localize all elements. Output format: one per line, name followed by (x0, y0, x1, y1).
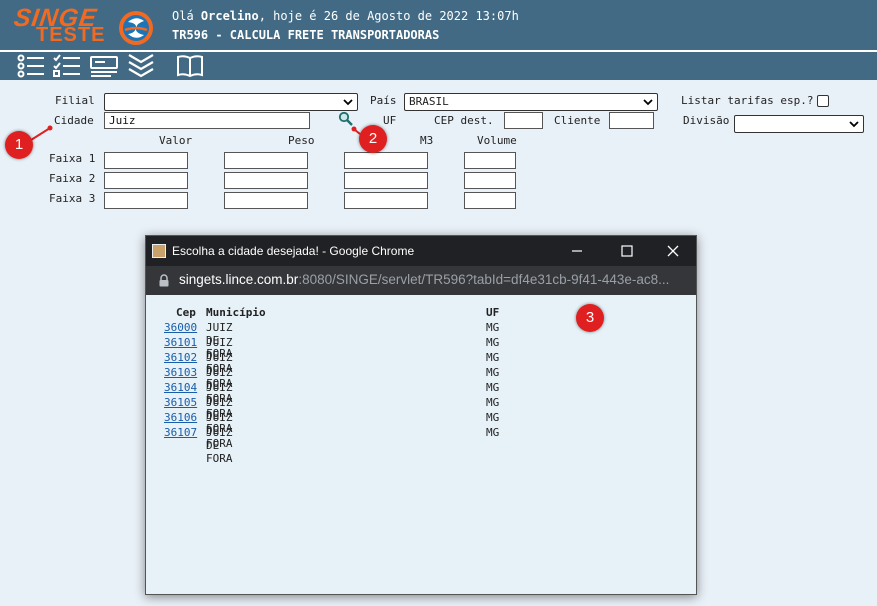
cidade-input[interactable]: Juiz (104, 112, 310, 129)
cep-link[interactable]: 36107 (164, 426, 197, 439)
filial-label: Filial (55, 94, 95, 107)
uf-cell: MG (486, 351, 500, 364)
pais-value: BRASIL (409, 95, 449, 108)
col-header-uf: UF (486, 306, 500, 319)
cliente-label: Cliente (554, 114, 601, 127)
col-header-municipio: Município (206, 306, 266, 319)
uf-cell: MG (486, 426, 500, 439)
maximize-icon[interactable] (617, 241, 637, 261)
faixa-3-valor-input[interactable] (104, 192, 188, 209)
cep-dest-label: CEP dest. (434, 114, 494, 127)
faixa-2-peso-input[interactable] (224, 172, 308, 189)
address-bar[interactable]: singets.lince.com.br:8080/SINGE/servlet/… (146, 266, 696, 295)
col-header-cep: Cep (176, 306, 196, 319)
divisao-label: Divisão (683, 114, 730, 127)
faixa-1-m3-input[interactable] (344, 152, 428, 169)
faixa-2-label: Faixa 2 (49, 172, 96, 185)
municipio-cell: JUIZ DE FORA (206, 426, 233, 465)
user-name: Orcelino (200, 9, 259, 23)
checklist-icon[interactable] (52, 53, 82, 79)
chevron-down-icon (849, 121, 859, 128)
cep-link[interactable]: 36104 (164, 381, 197, 394)
annotation-marker-1: 1 (5, 131, 33, 159)
faixa-2-m3-input[interactable] (344, 172, 428, 189)
faixa-3-volume-input[interactable] (464, 192, 516, 209)
cep-link[interactable]: 36106 (164, 411, 197, 424)
faixa-1-volume-input[interactable] (464, 152, 516, 169)
uf-label: UF (383, 114, 397, 127)
annotation-marker-2: 2 (359, 125, 387, 153)
cep-link[interactable]: 36105 (164, 396, 197, 409)
logo-ball-icon (117, 9, 155, 47)
col-m3: M3 (420, 134, 434, 147)
cliente-input[interactable] (609, 112, 654, 129)
faixa-2-valor-input[interactable] (104, 172, 188, 189)
uf-cell: MG (486, 411, 500, 424)
popup-title: Escolha a cidade desejada! - Google Chro… (172, 244, 415, 258)
faixa-2-volume-input[interactable] (464, 172, 516, 189)
popup-titlebar[interactable]: Escolha a cidade desejada! - Google Chro… (146, 236, 696, 266)
faixa-1-peso-input[interactable] (224, 152, 308, 169)
uf-cell: MG (486, 336, 500, 349)
cep-link[interactable]: 36102 (164, 351, 197, 364)
program-title: TR596 - CALCULA FRETE TRANSPORTADORAS (172, 28, 440, 42)
col-peso: Peso (288, 134, 315, 147)
list-icon[interactable] (16, 53, 46, 79)
faixa-1-valor-input[interactable] (104, 152, 188, 169)
listar-tarifas-label: Listar tarifas esp.? (681, 94, 814, 107)
faixa-3-m3-input[interactable] (344, 192, 428, 209)
pais-select[interactable]: BRASIL (404, 93, 658, 111)
cidade-label: Cidade (54, 114, 94, 127)
close-icon[interactable] (663, 241, 683, 261)
filial-select[interactable] (104, 93, 358, 111)
uf-cell: MG (486, 381, 500, 394)
url-text: singets.lince.com.br:8080/SINGE/servlet/… (179, 272, 670, 287)
cep-link[interactable]: 36101 (164, 336, 197, 349)
cep-dest-input[interactable] (504, 112, 543, 129)
col-volume: Volume (477, 134, 517, 147)
print-icon[interactable] (89, 53, 119, 79)
faixa-3-peso-input[interactable] (224, 192, 308, 209)
pais-label: País (370, 94, 397, 107)
uf-cell: MG (486, 366, 500, 379)
divisao-select[interactable] (734, 115, 864, 133)
favicon-icon (152, 244, 166, 258)
collapse-icon[interactable] (126, 53, 156, 79)
greeting: Olá Orcelino, hoje é 26 de Agosto de 202… (172, 9, 519, 23)
faixa-3-label: Faixa 3 (49, 192, 96, 205)
city-picker-popup: Escolha a cidade desejada! - Google Chro… (145, 235, 697, 595)
logo-teste: TESTE (36, 24, 106, 46)
minimize-icon[interactable] (567, 241, 587, 261)
cep-link[interactable]: 36103 (164, 366, 197, 379)
search-icon[interactable] (338, 111, 354, 127)
faixa-1-label: Faixa 1 (49, 152, 96, 165)
uf-cell: MG (486, 396, 500, 409)
listar-tarifas-checkbox[interactable] (817, 95, 829, 107)
uf-cell: MG (486, 321, 500, 334)
chevron-down-icon (343, 99, 353, 106)
annotation-marker-3: 3 (576, 304, 604, 332)
lock-icon (159, 274, 169, 287)
cep-link[interactable]: 36000 (164, 321, 197, 334)
chevron-down-icon (643, 99, 653, 106)
col-valor: Valor (159, 134, 193, 147)
toolbar (0, 52, 877, 80)
app-header: SINGE TESTE Olá Orcelino, hoje é 26 de A… (0, 0, 877, 50)
manual-book-icon[interactable] (175, 53, 205, 79)
